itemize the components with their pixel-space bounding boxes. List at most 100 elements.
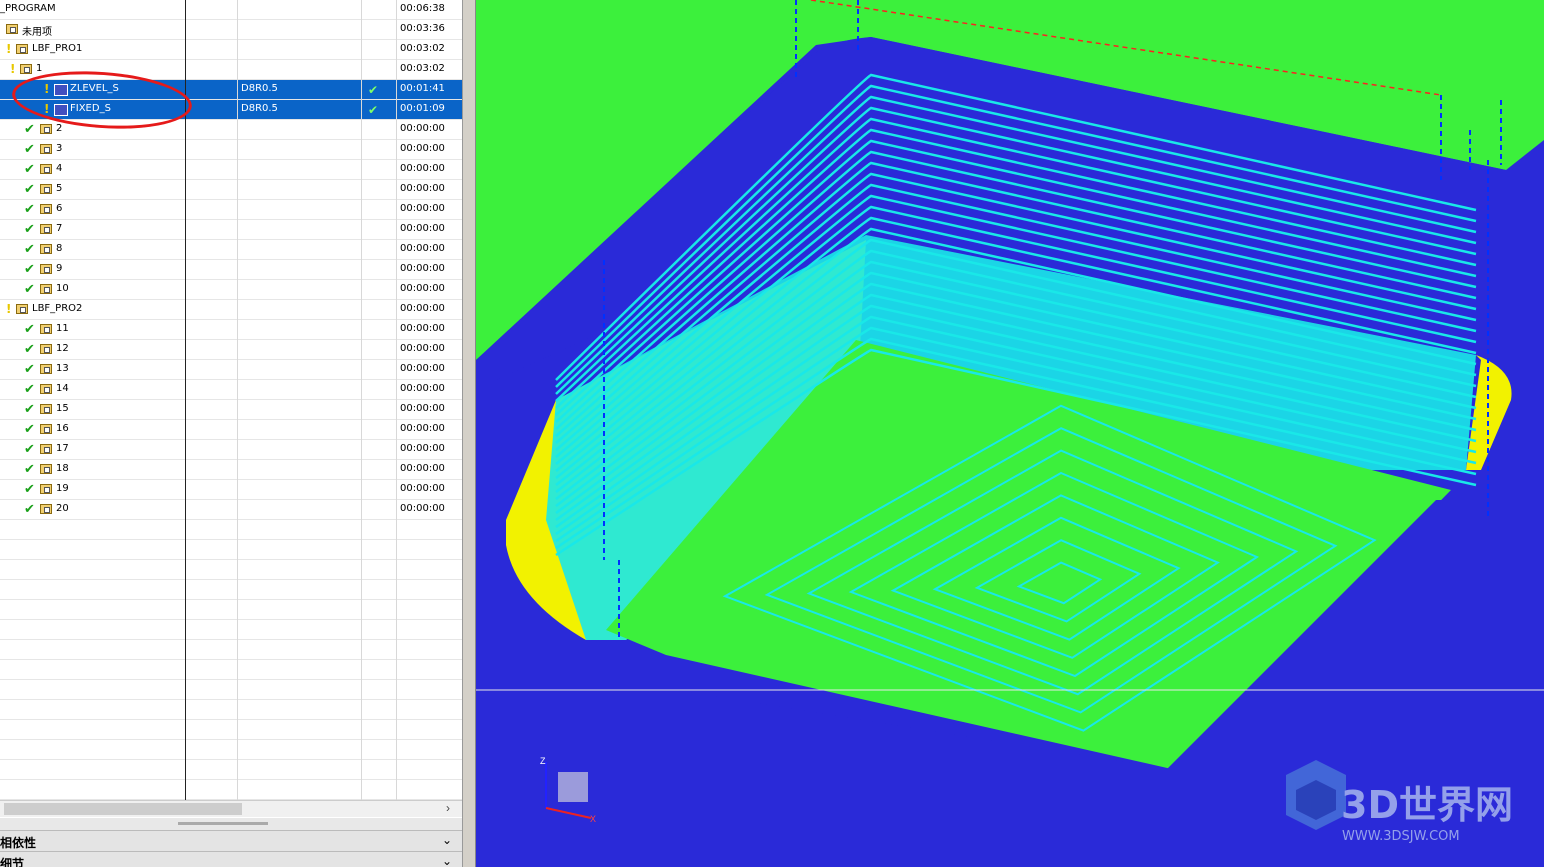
program-group-row[interactable]: ! LBF_PRO1 00:03:02 xyxy=(0,40,462,60)
empty-row xyxy=(0,680,462,700)
program-group-row[interactable]: ✔ 15 00:00:00 xyxy=(0,400,462,420)
row-label: 未用项 xyxy=(22,27,52,38)
complete-check-icon: ✔ xyxy=(24,422,35,437)
program-group-row[interactable]: ✔ 6 00:00:00 xyxy=(0,200,462,220)
machining-time: 00:00:00 xyxy=(400,323,445,334)
empty-row xyxy=(0,640,462,660)
complete-check-icon: ✔ xyxy=(24,482,35,497)
detail-panel-header[interactable]: 细节 ⌄ xyxy=(0,851,462,867)
program-folder-icon xyxy=(40,144,52,154)
row-label: 11 xyxy=(56,323,69,334)
program-group-row[interactable]: ✔ 20 00:00:00 xyxy=(0,500,462,520)
program-folder-icon xyxy=(40,404,52,414)
complete-check-icon: ✔ xyxy=(24,242,35,257)
machining-time: 00:00:00 xyxy=(400,283,445,294)
complete-check-icon: ✔ xyxy=(24,282,35,297)
horizontal-scrollbar[interactable]: › xyxy=(0,800,462,817)
machining-time: 00:00:00 xyxy=(400,203,445,214)
program-group-row[interactable]: ✔ 9 00:00:00 xyxy=(0,260,462,280)
pane-separator[interactable] xyxy=(462,0,476,867)
program-folder-icon xyxy=(40,224,52,234)
machining-time: 00:00:00 xyxy=(400,463,445,474)
complete-check-icon: ✔ xyxy=(24,362,35,377)
row-label: 18 xyxy=(56,463,69,474)
row-label: 10 xyxy=(56,283,69,294)
column-resize-handle[interactable] xyxy=(185,0,186,800)
program-group-row[interactable]: ✔ 5 00:00:00 xyxy=(0,180,462,200)
complete-check-icon: ✔ xyxy=(24,222,35,237)
empty-row xyxy=(0,740,462,760)
row-label: 15 xyxy=(56,403,69,414)
complete-check-icon: ✔ xyxy=(24,122,35,137)
program-group-row[interactable]: ✔ 18 00:00:00 xyxy=(0,460,462,480)
program-folder-icon xyxy=(40,244,52,254)
program-group-row[interactable]: ✔ 4 00:00:00 xyxy=(0,160,462,180)
empty-row xyxy=(0,700,462,720)
empty-row xyxy=(0,660,462,680)
complete-check-icon: ✔ xyxy=(24,382,35,397)
program-group-row[interactable]: ✔ 19 00:00:00 xyxy=(0,480,462,500)
program-group-row[interactable]: ! LBF_PRO2 00:00:00 xyxy=(0,300,462,320)
program-folder-icon xyxy=(40,324,52,334)
complete-check-icon: ✔ xyxy=(24,402,35,417)
row-label: 9 xyxy=(56,263,63,274)
program-group-row[interactable]: ✔ 7 00:00:00 xyxy=(0,220,462,240)
tool-name: D8R0.5 xyxy=(241,83,278,94)
program-folder-icon xyxy=(40,264,52,274)
machining-time: 00:00:00 xyxy=(400,303,445,314)
machining-time: 00:01:09 xyxy=(400,103,445,114)
empty-row xyxy=(0,780,462,800)
chevron-down-icon[interactable]: ⌄ xyxy=(442,833,452,847)
row-label: 17 xyxy=(56,443,69,454)
machining-time: 00:03:02 xyxy=(400,63,445,74)
program-group-row[interactable]: ✔ 16 00:00:00 xyxy=(0,420,462,440)
program-group-row[interactable]: ✔ 8 00:00:00 xyxy=(0,240,462,260)
row-label: 13 xyxy=(56,363,69,374)
program-folder-icon xyxy=(40,424,52,434)
machining-time: 00:00:00 xyxy=(400,383,445,394)
machining-time: 00:00:00 xyxy=(400,343,445,354)
chevron-down-icon[interactable]: ⌄ xyxy=(442,854,452,867)
row-label: 4 xyxy=(56,163,63,174)
program-group-row[interactable]: ✔ 3 00:00:00 xyxy=(0,140,462,160)
empty-row xyxy=(0,540,462,560)
warning-bulb-icon: ! xyxy=(10,62,16,76)
program-folder-icon xyxy=(40,124,52,134)
toolpath-render: Z X 3D世界网 WWW.3DSJW.COM xyxy=(476,0,1544,867)
graphics-viewport[interactable]: Z X 3D世界网 WWW.3DSJW.COM xyxy=(476,0,1544,867)
empty-row xyxy=(0,720,462,740)
machining-time: 00:06:38 xyxy=(400,3,445,14)
program-folder-icon xyxy=(40,184,52,194)
row-label: LBF_PRO1 xyxy=(32,43,83,54)
scrollbar-thumb[interactable] xyxy=(4,803,242,815)
program-folder-icon xyxy=(40,204,52,214)
warning-bulb-icon: ! xyxy=(6,302,12,316)
machining-time: 00:00:00 xyxy=(400,363,445,374)
empty-row xyxy=(0,520,462,540)
scroll-right-icon[interactable]: › xyxy=(446,801,450,815)
tool-name: D8R0.5 xyxy=(241,103,278,114)
splitter-grip[interactable] xyxy=(178,822,268,825)
program-group-row[interactable]: ✔ 17 00:00:00 xyxy=(0,440,462,460)
watermark-url: WWW.3DSJW.COM xyxy=(1342,829,1460,844)
program-group-row[interactable]: ✔ 12 00:00:00 xyxy=(0,340,462,360)
panel-splitter[interactable] xyxy=(0,818,462,830)
program-folder-icon xyxy=(40,384,52,394)
complete-check-icon: ✔ xyxy=(24,342,35,357)
row-label: 8 xyxy=(56,243,63,254)
program-group-row[interactable]: _PROGRAM 00:06:38 xyxy=(0,0,462,20)
complete-check-icon: ✔ xyxy=(24,142,35,157)
row-label: 16 xyxy=(56,423,69,434)
machining-time: 00:00:00 xyxy=(400,483,445,494)
program-group-row[interactable]: ✔ 11 00:00:00 xyxy=(0,320,462,340)
program-group-row[interactable]: 未用项 00:03:36 xyxy=(0,20,462,40)
row-label: 6 xyxy=(56,203,63,214)
program-group-row[interactable]: ✔ 13 00:00:00 xyxy=(0,360,462,380)
path-valid-check-icon: ✔ xyxy=(368,83,379,97)
program-folder-icon xyxy=(40,164,52,174)
program-group-row[interactable]: ✔ 10 00:00:00 xyxy=(0,280,462,300)
dependency-panel-header[interactable]: 相依性 ⌄ xyxy=(0,830,462,851)
program-group-row[interactable]: ✔ 14 00:00:00 xyxy=(0,380,462,400)
axis-z-label: Z xyxy=(540,756,546,766)
machining-time: 00:03:36 xyxy=(400,23,445,34)
